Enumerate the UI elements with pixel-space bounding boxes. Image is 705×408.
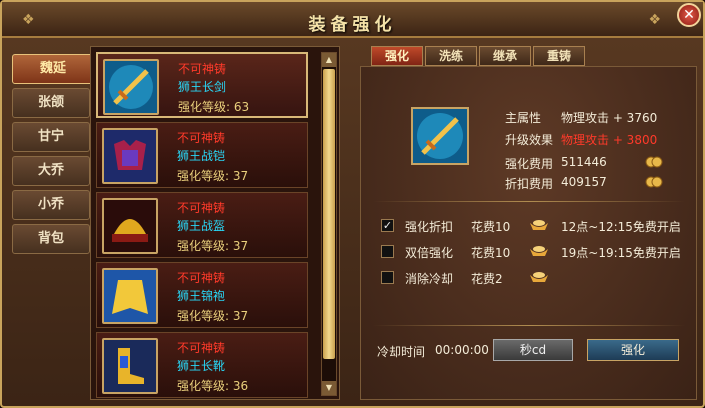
scroll-down-icon[interactable]: ▼ [322, 381, 336, 395]
cape-icon [102, 268, 158, 324]
character-tab[interactable]: 魏延 [12, 54, 94, 84]
upgrade-value: 物理攻击 + 3800 [561, 133, 658, 147]
ornament-icon: ❖ [648, 12, 661, 28]
window-title: 装备强化 [308, 15, 397, 35]
character-tab[interactable]: 大乔 [12, 156, 90, 186]
item-tag: 不可神铸 [177, 131, 226, 145]
cost-label: 强化费用 [505, 157, 554, 171]
tab-recast[interactable]: 重铸 [533, 46, 585, 66]
equipment-item[interactable]: 不可神铸 狮王战铠 强化等级: 37 [96, 122, 308, 188]
close-button[interactable]: ✕ [677, 3, 701, 27]
item-level: 强化等级: 37 [177, 169, 249, 183]
gold-ingot-icon [530, 220, 548, 230]
item-name: 狮王战盔 [177, 219, 226, 233]
boots-icon [102, 338, 158, 394]
divider [373, 325, 685, 326]
option-label: 消除冷却 [405, 272, 454, 286]
character-tab[interactable]: 甘宁 [12, 122, 90, 152]
instant-cooldown-button[interactable]: 秒cd [493, 339, 573, 361]
item-name: 狮王锦袍 [177, 289, 226, 303]
discount-label: 折扣费用 [505, 177, 554, 191]
tab-inherit[interactable]: 继承 [479, 46, 531, 66]
upgrade-label: 升级效果 [505, 133, 554, 147]
tab-refine[interactable]: 洗练 [425, 46, 477, 66]
main-attr-label: 主属性 [505, 111, 542, 125]
item-level: 强化等级: 37 [177, 309, 249, 323]
character-tabs: 魏延 张颌 甘宁 大乔 小乔 背包 [12, 54, 94, 258]
item-level: 强化等级: 36 [177, 379, 249, 393]
helmet-icon [102, 198, 158, 254]
tab-enhance[interactable]: 强化 [371, 46, 423, 66]
scrollbar-thumb[interactable] [323, 69, 335, 359]
gold-ingot-icon [530, 246, 548, 256]
option-cost: 花费2 [471, 272, 503, 286]
character-tab[interactable]: 张颌 [12, 88, 90, 118]
enhance-panel: 主属性 物理攻击 + 3760 升级效果 物理攻击 + 3800 强化费用 51… [360, 66, 697, 400]
scrollbar[interactable]: ▲ ▼ [321, 52, 337, 396]
coin-icon [645, 176, 663, 188]
discount-value: 409157 [561, 175, 607, 189]
item-name: 狮王长剑 [178, 80, 227, 94]
inventory-tab[interactable]: 背包 [12, 224, 90, 254]
cost-value: 511446 [561, 155, 607, 169]
option-label: 强化折扣 [405, 220, 454, 234]
character-tab[interactable]: 小乔 [12, 190, 90, 220]
equipment-enhance-window: ❖ 装备强化 ❖ ✕ 魏延 张颌 甘宁 大乔 小乔 背包 不可神铸 狮王长剑 强… [0, 0, 705, 408]
item-tag: 不可神铸 [177, 271, 226, 285]
item-name: 狮王长靴 [177, 359, 226, 373]
armor-icon [102, 128, 158, 184]
discount-checkbox[interactable]: ✓ [381, 219, 394, 232]
option-label: 双倍强化 [405, 246, 454, 260]
item-tag: 不可神铸 [177, 201, 226, 215]
selected-sword-icon [411, 107, 469, 165]
equipment-item[interactable]: 不可神铸 狮王锦袍 强化等级: 37 [96, 262, 308, 328]
main-attr-value: 物理攻击 + 3760 [561, 111, 658, 125]
equipment-item[interactable]: 不可神铸 狮王长靴 强化等级: 36 [96, 332, 308, 398]
option-free-time: 19点~19:15免费开启 [561, 246, 681, 260]
clear-cooldown-checkbox[interactable] [381, 271, 394, 284]
sword-icon [103, 59, 159, 115]
equipment-item[interactable]: 不可神铸 狮王战盔 强化等级: 37 [96, 192, 308, 258]
enhance-button[interactable]: 强化 [587, 339, 679, 361]
option-cost: 花费10 [471, 220, 511, 234]
gold-ingot-icon [530, 272, 548, 282]
item-tag: 不可神铸 [178, 62, 227, 76]
item-name: 狮王战铠 [177, 149, 226, 163]
item-level: 强化等级: 63 [178, 100, 250, 114]
equipment-list: 不可神铸 狮王长剑 强化等级: 63 不可神铸 狮王战铠 强化等级: 37 不可… [90, 46, 340, 400]
item-level: 强化等级: 37 [177, 239, 249, 253]
coin-icon [645, 156, 663, 168]
item-tag: 不可神铸 [177, 341, 226, 355]
equipment-item[interactable]: 不可神铸 狮王长剑 强化等级: 63 [96, 52, 308, 118]
option-free-time: 12点~12:15免费开启 [561, 220, 681, 234]
cooldown-value: 00:00:00 [435, 343, 489, 357]
option-cost: 花费10 [471, 246, 511, 260]
double-enhance-checkbox[interactable] [381, 245, 394, 258]
divider [373, 201, 685, 202]
scroll-up-icon[interactable]: ▲ [322, 53, 336, 67]
title-bar: ❖ 装备强化 ❖ ✕ [2, 2, 703, 38]
cooldown-label: 冷却时间 [377, 345, 426, 359]
